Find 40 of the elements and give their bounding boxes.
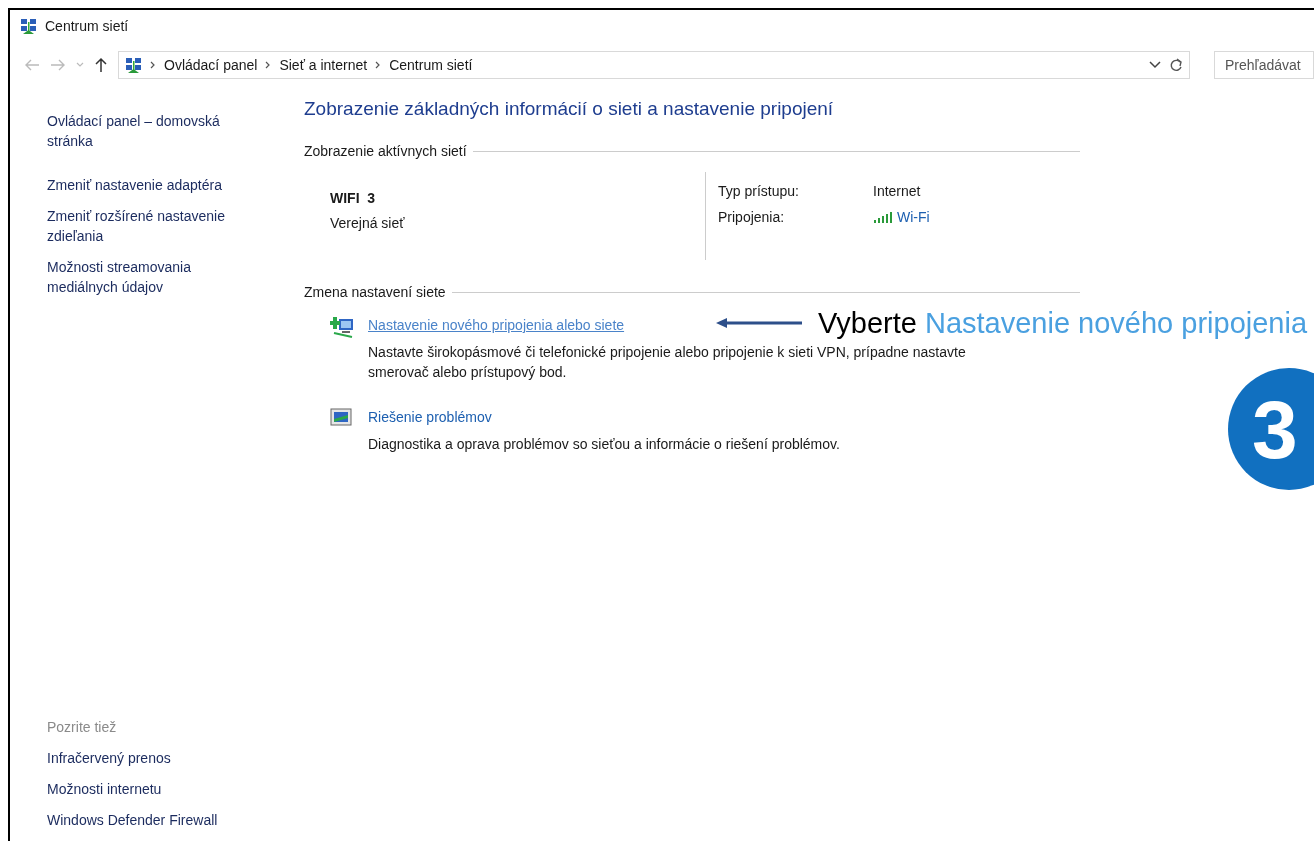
sidebar-link[interactable]: Možnosti internetu <box>47 779 262 799</box>
search-field[interactable]: Prehľadávat <box>1214 51 1314 79</box>
network-icon <box>125 56 142 74</box>
sidebar-link[interactable]: Ovládací panel – domovská stránka <box>47 111 262 151</box>
sidebar-link[interactable]: Zmeniť nastavenie adaptéra <box>47 175 262 195</box>
window-title: Centrum sietí <box>45 16 129 36</box>
connection-link[interactable]: Wi-Fi <box>897 203 930 230</box>
task-link[interactable]: Riešenie problémov <box>368 406 492 427</box>
breadcrumb-item[interactable]: Centrum sietí <box>389 54 473 76</box>
chevron-icon <box>375 61 382 69</box>
up-icon[interactable] <box>94 57 108 73</box>
property-label: Typ prístupu: <box>718 181 800 201</box>
sidebar-link[interactable]: Možnosti streamovania mediálnych údajov <box>47 257 262 297</box>
network-icon <box>20 17 37 35</box>
callout-text: Vyberte Nastavenie nového pripojenia <box>818 308 1308 338</box>
network-setup-icon <box>330 314 354 339</box>
task-description: Diagnostika a oprava problémov so sieťou a informácie o riešení problémov. <box>368 434 841 454</box>
sidebar-link[interactable]: Infračervený prenos <box>47 748 262 768</box>
sidebar-link[interactable]: Windows Defender Firewall <box>47 810 262 830</box>
task-description: Nastavte širokopásmové či telefonické pripojenie alebo pripojenie k sieti VPN, prípadne nastavte smerovač alebo prístupový bod. <box>368 342 967 382</box>
chevron-icon <box>150 61 156 69</box>
sidebar-link[interactable]: Zmeniť rozšírené nastavenie zdieľania <box>47 206 262 246</box>
arrow-icon <box>714 317 804 329</box>
section-heading: Zobrazenie aktívnych sietí <box>304 141 467 161</box>
signal-icon <box>873 210 893 223</box>
section-heading: Pozrite tiež <box>47 718 118 737</box>
network-name: WIFI 3 <box>330 188 377 208</box>
task-link[interactable]: Nastavenie nového pripojenia alebo siete <box>368 314 625 335</box>
property-value: Internet <box>873 181 921 201</box>
address-bar[interactable]: Ovládací panel Sieť a internet Centrum sietí <box>118 51 1190 79</box>
step-number-badge: 3 <box>1228 368 1314 490</box>
refresh-icon[interactable] <box>1169 57 1183 73</box>
dropdown-icon[interactable] <box>1149 61 1161 69</box>
breadcrumb-item[interactable]: Sieť a internet <box>279 54 368 76</box>
network-type: Verejná sieť <box>330 213 406 233</box>
chevron-icon <box>265 61 272 69</box>
breadcrumb-item[interactable]: Ovládací panel <box>164 54 258 76</box>
page-heading: Zobrazenie základných informácií o sieti a nastavenie pripojení <box>304 98 835 121</box>
section-heading: Zmena nastavení siete <box>304 282 446 302</box>
property-label: Pripojenia: <box>718 207 786 227</box>
